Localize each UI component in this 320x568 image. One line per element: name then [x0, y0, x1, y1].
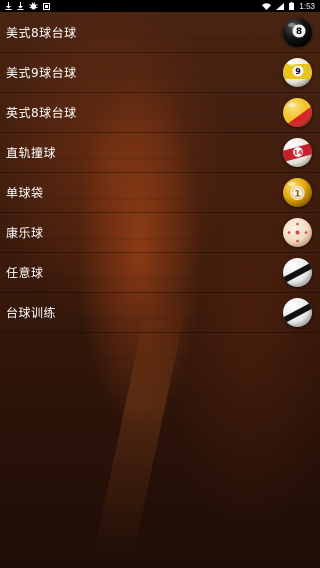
menu-item-free-ball[interactable]: 任意球	[0, 253, 320, 293]
menu-item-training[interactable]: 台球训练	[0, 293, 320, 333]
free-ball-icon	[283, 258, 312, 287]
ball-number: 8	[296, 27, 302, 37]
menu-item-straight-rail[interactable]: 直轨撞球 14	[0, 133, 320, 173]
ball-number: 1	[294, 189, 300, 199]
crokinole-ball-icon	[283, 218, 312, 247]
signal-icon	[276, 2, 285, 10]
one-ball-icon: 1	[283, 178, 312, 207]
status-right-icons: 1:53	[262, 2, 315, 11]
nine-ball-icon: 9	[283, 58, 312, 87]
english-ball-icon	[283, 98, 312, 127]
status-left-icons	[5, 2, 50, 10]
menu-item-american-9-ball[interactable]: 美式9球台球 9	[0, 53, 320, 93]
download-icon	[5, 2, 12, 10]
ball-number: 9	[295, 67, 301, 76]
menu-item-one-pocket[interactable]: 单球袋 1	[0, 173, 320, 213]
bug-icon	[29, 2, 38, 10]
ball-number: 14	[293, 149, 303, 157]
menu-item-label: 美式8球台球	[6, 25, 77, 40]
battery-icon	[289, 2, 295, 10]
status-time: 1:53	[299, 1, 315, 11]
menu-item-label: 英式8球台球	[6, 106, 77, 120]
menu-item-english-8-ball[interactable]: 英式8球台球	[0, 93, 320, 133]
wifi-icon	[262, 2, 272, 10]
menu-item-label: 台球训练	[6, 306, 57, 320]
download-icon	[17, 2, 24, 10]
training-ball-icon	[283, 298, 312, 327]
menu-item-crokinole[interactable]: 康乐球	[0, 213, 320, 253]
menu-item-label: 单球袋	[6, 186, 44, 200]
notification-icon	[43, 2, 50, 10]
carom-ball-icon: 14	[283, 138, 312, 167]
eight-ball-icon: 8	[283, 17, 312, 47]
menu-item-american-8-ball[interactable]: 美式8球台球 8	[0, 12, 320, 53]
status-bar: 1:53	[0, 0, 320, 12]
menu-item-label: 康乐球	[6, 226, 44, 240]
game-mode-menu: 美式8球台球 8 美式9球台球 9 英式8球台球 直轨撞球 14 单球袋 1 康…	[0, 12, 320, 333]
menu-item-label: 任意球	[6, 266, 44, 280]
app-screen: 1:53 美式8球台球 8 美式9球台球 9 英式8球台球 直轨撞球 14 单球…	[0, 0, 320, 568]
menu-item-label: 美式9球台球	[6, 66, 77, 80]
menu-item-label: 直轨撞球	[6, 146, 57, 160]
